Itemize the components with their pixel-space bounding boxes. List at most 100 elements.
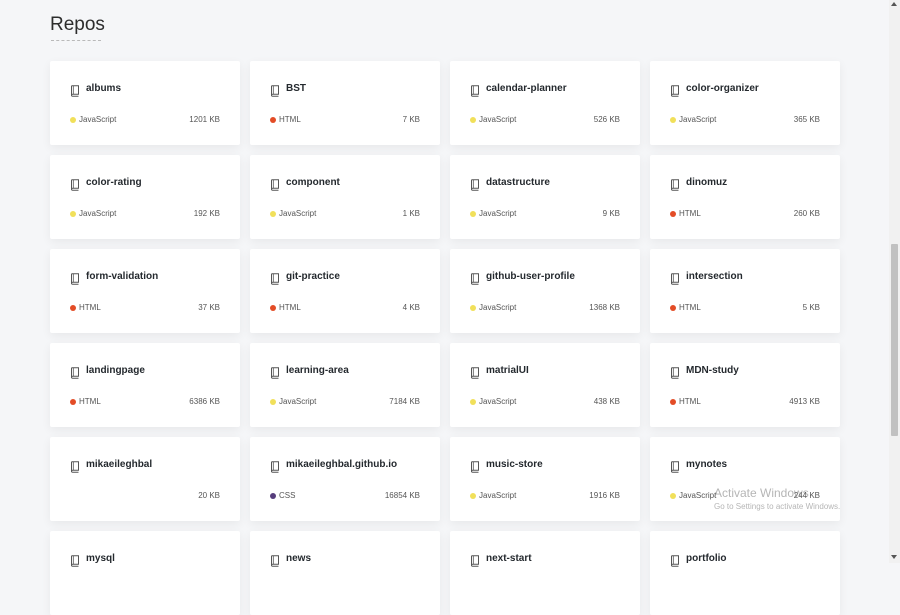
repo-language: JavaScript (479, 397, 517, 406)
repo-name[interactable]: mikaeileghbal.github.io (286, 459, 397, 470)
repo-name[interactable]: albums (86, 83, 121, 94)
title-underline (51, 40, 101, 41)
repo-card[interactable]: form-validation HTML 37 KB (50, 249, 240, 333)
repo-card[interactable]: datastructure JavaScript 9 KB (450, 155, 640, 239)
repo-book-icon (270, 84, 280, 97)
repo-book-icon (670, 84, 680, 97)
repo-size: 7 KB (402, 115, 420, 124)
repo-book-icon (470, 366, 480, 379)
language-color-dot (270, 493, 276, 499)
repo-name[interactable]: color-organizer (686, 83, 759, 94)
repo-card[interactable]: dinomuz HTML 260 KB (650, 155, 840, 239)
repo-card[interactable]: calendar-planner JavaScript 526 KB (450, 61, 640, 145)
repo-card[interactable]: next-start (450, 531, 640, 615)
repo-card[interactable]: color-rating JavaScript 192 KB (50, 155, 240, 239)
repo-language: JavaScript (279, 397, 317, 406)
repo-size: 1368 KB (589, 303, 620, 312)
repo-name[interactable]: learning-area (286, 365, 349, 376)
repo-name[interactable]: matrialUI (486, 365, 529, 376)
repo-card[interactable]: mysql (50, 531, 240, 615)
repo-book-icon (270, 460, 280, 473)
repo-card[interactable]: mikaeileghbal 20 KB (50, 437, 240, 521)
repo-name[interactable]: mikaeileghbal (86, 459, 152, 470)
repo-card[interactable]: github-user-profile JavaScript 1368 KB (450, 249, 640, 333)
language-color-dot (470, 211, 476, 217)
repo-book-icon (270, 366, 280, 379)
repo-name[interactable]: component (286, 177, 340, 188)
repo-name[interactable]: music-store (486, 459, 543, 470)
repo-book-icon (470, 460, 480, 473)
repo-language: HTML (679, 209, 701, 218)
repo-name[interactable]: BST (286, 83, 306, 94)
repo-size: 20 KB (198, 491, 220, 500)
repo-card[interactable]: BST HTML 7 KB (250, 61, 440, 145)
repo-name[interactable]: next-start (486, 553, 532, 564)
repo-size: 9 KB (602, 209, 620, 218)
repo-card[interactable]: landingpage HTML 6386 KB (50, 343, 240, 427)
repo-language: HTML (79, 303, 101, 312)
repo-name[interactable]: color-rating (86, 177, 142, 188)
language-color-dot (670, 493, 676, 499)
repo-book-icon (70, 84, 80, 97)
repo-name[interactable]: intersection (686, 271, 743, 282)
repo-card[interactable]: music-store JavaScript 1916 KB (450, 437, 640, 521)
repo-book-icon (70, 272, 80, 285)
repo-name[interactable]: calendar-planner (486, 83, 567, 94)
repo-book-icon (470, 84, 480, 97)
repo-size: 1201 KB (189, 115, 220, 124)
repo-name[interactable]: landingpage (86, 365, 145, 376)
repo-name[interactable]: MDN-study (686, 365, 739, 376)
vertical-scrollbar[interactable] (889, 0, 900, 563)
repo-language: CSS (279, 491, 296, 500)
repo-card[interactable]: albums JavaScript 1201 KB (50, 61, 240, 145)
repo-card[interactable]: MDN-study HTML 4913 KB (650, 343, 840, 427)
repo-name[interactable]: github-user-profile (486, 271, 575, 282)
repo-size: 192 KB (193, 209, 220, 218)
repo-language: JavaScript (479, 303, 517, 312)
repo-card[interactable]: intersection HTML 5 KB (650, 249, 840, 333)
repo-book-icon (670, 272, 680, 285)
language-color-dot (270, 117, 276, 123)
repo-name[interactable]: datastructure (486, 177, 550, 188)
repo-book-icon (270, 178, 280, 191)
repo-card[interactable]: color-organizer JavaScript 365 KB (650, 61, 840, 145)
repo-name[interactable]: git-practice (286, 271, 340, 282)
repo-name[interactable]: dinomuz (686, 177, 727, 188)
repo-size: 438 KB (593, 397, 620, 406)
repo-name[interactable]: portfolio (686, 553, 727, 564)
repo-book-icon (670, 178, 680, 191)
repo-language: JavaScript (679, 115, 717, 124)
repo-book-icon (670, 366, 680, 379)
language-color-dot (670, 211, 676, 217)
repo-name[interactable]: form-validation (86, 271, 158, 282)
scroll-down-arrow-icon[interactable] (891, 555, 897, 559)
repo-language: JavaScript (79, 115, 117, 124)
repo-book-icon (470, 178, 480, 191)
repo-book-icon (670, 554, 680, 567)
repo-name[interactable]: mysql (86, 553, 115, 564)
scroll-thumb[interactable] (891, 244, 898, 436)
language-color-dot (470, 493, 476, 499)
repo-language: HTML (279, 303, 301, 312)
repo-name[interactable]: news (286, 553, 311, 564)
repo-language: JavaScript (479, 115, 517, 124)
repo-card[interactable]: git-practice HTML 4 KB (250, 249, 440, 333)
repo-card[interactable]: component JavaScript 1 KB (250, 155, 440, 239)
language-color-dot (70, 399, 76, 405)
repo-card[interactable]: mikaeileghbal.github.io CSS 16854 KB (250, 437, 440, 521)
repo-name[interactable]: mynotes (686, 459, 727, 470)
repo-size: 6386 KB (189, 397, 220, 406)
language-color-dot (670, 305, 676, 311)
repo-card[interactable]: matrialUI JavaScript 438 KB (450, 343, 640, 427)
repo-language: JavaScript (79, 209, 117, 218)
repo-card[interactable]: portfolio (650, 531, 840, 615)
repo-size: 5 KB (802, 303, 820, 312)
repo-card[interactable]: learning-area JavaScript 7184 KB (250, 343, 440, 427)
repo-book-icon (70, 460, 80, 473)
repo-size: 7184 KB (389, 397, 420, 406)
scroll-up-arrow-icon[interactable] (891, 2, 897, 6)
repo-card[interactable]: news (250, 531, 440, 615)
repo-grid: albums JavaScript 1201 KB BST HTML 7 KB calend… (50, 61, 840, 615)
repo-size: 526 KB (593, 115, 620, 124)
language-color-dot (70, 117, 76, 123)
